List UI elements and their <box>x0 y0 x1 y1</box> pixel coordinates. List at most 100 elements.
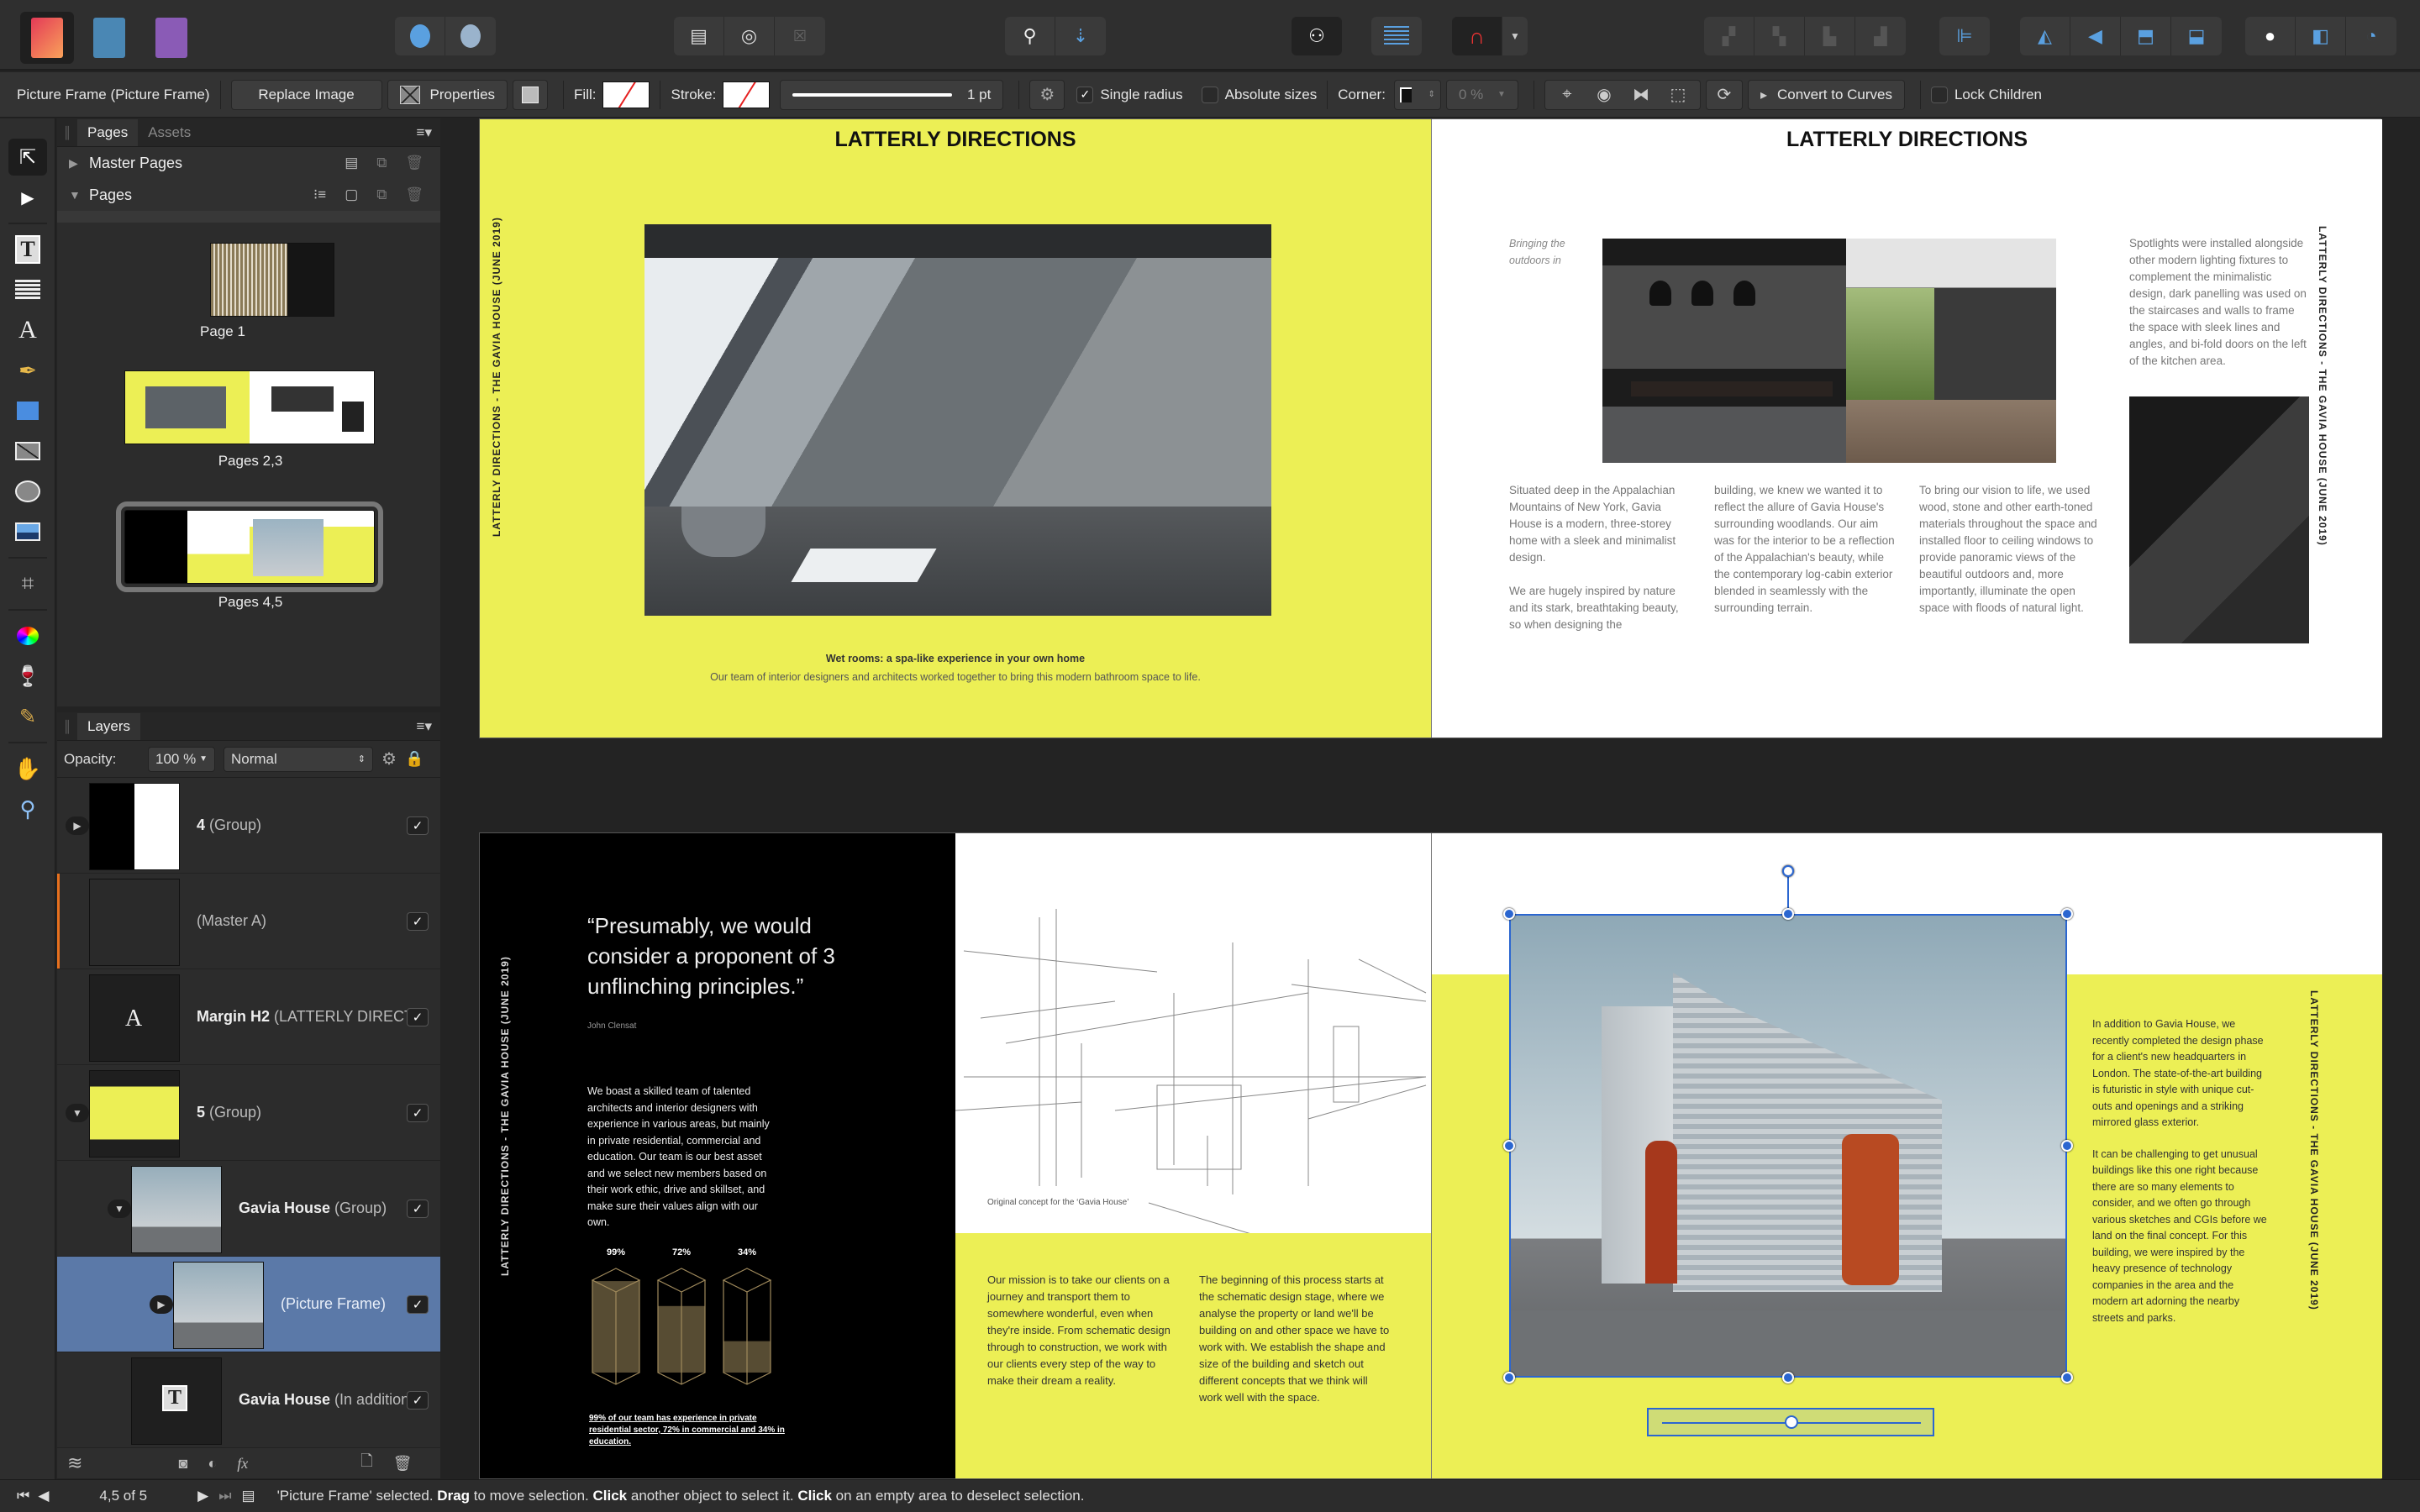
collapse-layer-icon[interactable]: ▼ <box>66 1103 89 1122</box>
delete-layer-icon[interactable]: 🗑 <box>393 1455 413 1473</box>
reset-rotation-button[interactable]: ⟳ <box>1705 79 1743 110</box>
convert-to-curves-button[interactable]: ▸ Convert to Curves <box>1747 79 1905 110</box>
expand-layer-icon[interactable]: ▶ <box>150 1294 173 1314</box>
image-scale-slider[interactable] <box>1647 1408 1934 1436</box>
pages-list-icon[interactable]: ▤ <box>242 1488 255 1504</box>
duplicate-master-icon[interactable]: ⧉ <box>376 155 387 171</box>
flip-horizontal-button[interactable]: ◭ <box>2020 17 2070 55</box>
add-layer-icon[interactable]: 🗋 <box>360 1451 372 1476</box>
bathroom-photo[interactable] <box>644 224 1271 616</box>
expand-layer-icon[interactable]: ▶ <box>66 816 89 835</box>
layer-visibility-checkbox[interactable]: ✓ <box>407 911 429 931</box>
layer-visibility-checkbox[interactable]: ✓ <box>407 1103 429 1122</box>
hand-tool[interactable]: ✋ <box>8 750 47 787</box>
resize-handle-top[interactable] <box>1782 908 1794 920</box>
last-page-icon[interactable]: ⏭ <box>218 1488 231 1504</box>
move-to-back-button[interactable]: ▞ <box>1704 17 1754 55</box>
layer-row[interactable]: T Gavia House (In addition to ✓ <box>57 1352 440 1448</box>
rotate-right-button[interactable]: ⬓ <box>2171 17 2222 55</box>
place-image-tool[interactable] <box>8 513 47 550</box>
adjustment-icon[interactable]: ◐ <box>208 1455 217 1473</box>
rotate-left-button[interactable]: ⬒ <box>2121 17 2171 55</box>
layer-stack-icon[interactable]: ≋ <box>67 1452 82 1474</box>
resize-handle-left[interactable] <box>1503 1140 1515 1152</box>
rectangle-tool[interactable] <box>8 392 47 429</box>
frame-options-button[interactable] <box>513 79 549 110</box>
panel-grip-icon[interactable]: ∥ <box>57 718 77 740</box>
add-mask-icon[interactable]: ◙ <box>178 1455 187 1473</box>
stroke-width-slider[interactable]: 1 pt <box>780 79 1004 110</box>
delete-master-icon[interactable]: 🗑 <box>405 155 424 171</box>
properties-button[interactable]: Properties <box>387 79 508 110</box>
scale-icon[interactable]: ⬚ <box>1660 84 1697 105</box>
ellipse-frame-tool[interactable] <box>8 473 47 510</box>
add-master-icon[interactable]: ▤ <box>345 155 358 171</box>
tab-layers[interactable]: Layers <box>77 713 141 740</box>
layer-visibility-checkbox[interactable]: ✓ <box>407 816 429 835</box>
page-thumbnail-2-3[interactable]: Pages 2,3 <box>124 370 376 470</box>
resize-handle-right[interactable] <box>2061 1140 2073 1152</box>
zoom-tool[interactable]: ⚲ <box>8 790 47 827</box>
add-page-icon[interactable]: ▢ <box>345 186 358 203</box>
boolean-subtract-button[interactable]: ◧ <box>2296 17 2346 55</box>
chevron-right-icon[interactable]: ▶ <box>69 156 89 171</box>
photo-persona-button[interactable] <box>145 12 198 64</box>
visibility-icon[interactable]: ◉ <box>1586 84 1623 105</box>
layer-visibility-checkbox[interactable]: ✓ <box>407 1007 429 1026</box>
snapping-button[interactable]: ∩ <box>1452 17 1502 55</box>
wrap-square-button[interactable]: ▤ <box>674 17 724 55</box>
single-radius-checkbox[interactable]: ✓ <box>1076 86 1094 103</box>
node-tool[interactable]: ▶ <box>8 179 47 216</box>
eyedropper-tool[interactable]: ✎ <box>8 698 47 735</box>
corner-type-select[interactable]: ⇕ <box>1393 79 1441 110</box>
next-page-icon[interactable]: ▶ <box>197 1488 208 1504</box>
snapping-dropdown[interactable]: ▼ <box>1502 17 1528 55</box>
image-scale-knob[interactable] <box>1785 1415 1798 1429</box>
artistic-text-tool[interactable]: A <box>8 312 47 349</box>
no-wrap-button[interactable] <box>445 17 496 55</box>
stroke-swatch[interactable] <box>723 81 771 108</box>
fill-swatch[interactable] <box>602 81 650 108</box>
boolean-intersect-button[interactable]: ◔ <box>2346 17 2396 55</box>
absolute-sizes-checkbox[interactable] <box>1201 86 1218 103</box>
chevron-down-icon[interactable]: ▼ <box>69 188 89 202</box>
send-forward-button[interactable] <box>395 17 445 55</box>
layer-row[interactable]: ▶ (Picture Frame) ✓ <box>57 1257 440 1352</box>
document-canvas[interactable]: LATTERLY DIRECTIONS LATTERLY DIRECTIONS … <box>442 118 2420 1479</box>
dining-photo[interactable] <box>1602 239 1846 463</box>
move-tool[interactable]: ⇱ <box>8 139 47 176</box>
staircase-photo[interactable] <box>2129 396 2309 643</box>
panel-grip-icon[interactable]: ∥ <box>57 124 77 146</box>
page-options-icon[interactable]: ⁝≡ <box>313 186 326 203</box>
fit-icon[interactable]: ⧓ <box>1623 84 1660 105</box>
layer-visibility-checkbox[interactable]: ✓ <box>407 1294 429 1314</box>
delete-page-icon[interactable]: 🗑 <box>405 186 424 203</box>
flip-vertical-button[interactable]: ◀ <box>2070 17 2121 55</box>
publisher-persona-button[interactable] <box>20 12 74 64</box>
resize-handle-bottom[interactable] <box>1782 1372 1794 1383</box>
frame-text-tool[interactable]: T <box>8 231 47 268</box>
layer-row[interactable]: A Margin H2 (LATTERLY DIRECT ✓ <box>57 969 440 1065</box>
corner-radius-input[interactable]: 0 % ▼ <box>1445 79 1518 110</box>
blend-mode-select[interactable]: Normal ⇕ <box>224 746 373 772</box>
pages-row[interactable]: ▼ Pages ⁝≡ ▢ ⧉ 🗑 <box>57 179 440 211</box>
resize-handle-bottom-left[interactable] <box>1503 1372 1515 1383</box>
living-room-photo[interactable] <box>1846 239 2056 463</box>
designer-persona-button[interactable] <box>82 12 136 64</box>
resize-handle-top-right[interactable] <box>2061 908 2073 920</box>
page-thumbnail-4-5[interactable]: Pages 4,5 <box>116 501 383 611</box>
wrap-tight-button[interactable]: ◎ <box>724 17 775 55</box>
duplicate-page-icon[interactable]: ⧉ <box>376 186 387 203</box>
move-to-front-button[interactable]: ▟ <box>1855 17 1906 55</box>
align-button[interactable]: ⊫ <box>1939 17 1990 55</box>
lock-children-checkbox[interactable] <box>1930 86 1948 103</box>
pen-tool[interactable]: ✒ <box>8 352 47 389</box>
fx-icon[interactable]: fx <box>237 1455 248 1473</box>
rectangle-frame-tool[interactable] <box>8 433 47 470</box>
previous-page-icon[interactable]: ◀ <box>38 1488 49 1504</box>
fill-tool[interactable]: 🍷 <box>8 658 47 695</box>
pin-inline-button[interactable]: ⇣ <box>1055 17 1106 55</box>
layer-visibility-checkbox[interactable]: ✓ <box>407 1199 429 1218</box>
gear-icon[interactable]: ⚙ <box>381 748 397 769</box>
master-pages-row[interactable]: ▶ Master Pages ▤ ⧉ 🗑 <box>57 147 440 179</box>
